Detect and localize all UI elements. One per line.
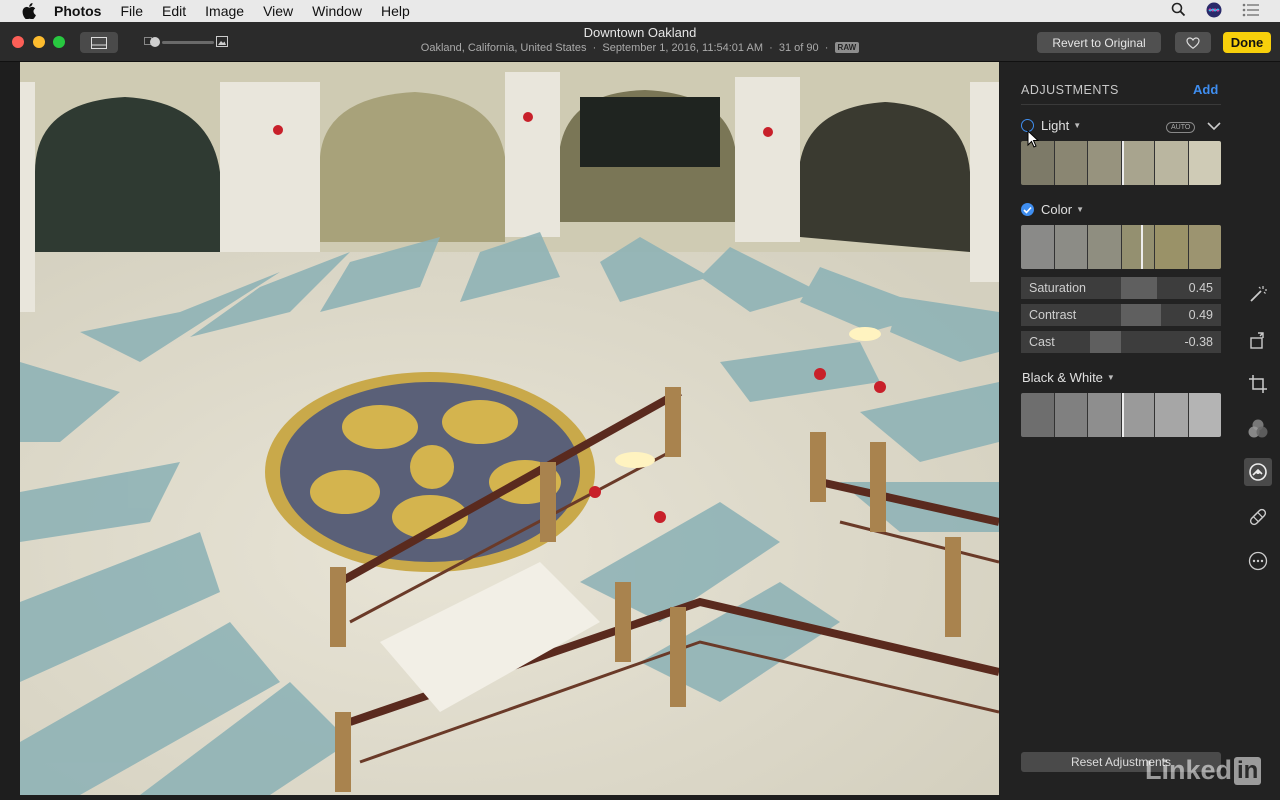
photo-canvas[interactable] <box>20 62 999 795</box>
bw-disclosure-icon[interactable]: ▼ <box>1107 373 1115 382</box>
crop-tool-button[interactable] <box>1244 370 1272 398</box>
color-section-title[interactable]: Color ▼ <box>1021 202 1084 217</box>
photo-position: 31 of 90 <box>778 42 819 54</box>
light-auto-button[interactable]: AUTO <box>1166 122 1196 133</box>
saturation-value: 0.45 <box>1188 281 1213 295</box>
fullscreen-window-button[interactable] <box>53 36 65 48</box>
adjust-tool-button[interactable] <box>1244 458 1272 486</box>
raw-badge: RAW <box>834 42 860 53</box>
saturation-slider[interactable]: Saturation 0.45 <box>1021 277 1221 299</box>
cast-value: -0.38 <box>1184 335 1214 349</box>
retouch-tool-button[interactable] <box>1244 503 1272 531</box>
photo-location: Oakland, California, United States <box>420 42 587 54</box>
spotlight-search-icon[interactable] <box>1171 2 1186 20</box>
rotate-icon <box>1250 332 1264 349</box>
menu-edit[interactable]: Edit <box>162 3 186 19</box>
zoom-slider-knob[interactable] <box>150 37 160 47</box>
filters-icon <box>1248 419 1268 438</box>
menu-bar: Photos File Edit Image View Window Help <box>0 0 1280 22</box>
notification-center-icon[interactable] <box>1242 3 1260 20</box>
menu-photos[interactable]: Photos <box>54 3 101 19</box>
bandage-icon <box>1249 508 1267 526</box>
done-button[interactable]: Done <box>1223 32 1271 53</box>
bw-section-title[interactable]: Black & White ▼ <box>1022 370 1115 385</box>
light-thumbnail-scrubber[interactable] <box>1122 141 1124 185</box>
color-thumbnail-scrubber[interactable] <box>1141 225 1143 269</box>
apple-menu-icon[interactable] <box>20 0 38 22</box>
zoom-slider[interactable] <box>144 34 232 50</box>
cast-slider-fill <box>1090 331 1121 353</box>
linkedin-watermark: Linked in <box>1145 755 1262 786</box>
header-divider <box>1021 104 1221 105</box>
rotunda-photo <box>20 62 999 795</box>
window-toolbar: Downtown Oakland Oakland, California, Un… <box>0 22 1280 62</box>
checkmark-icon <box>1023 206 1032 214</box>
contrast-label: Contrast <box>1029 308 1077 322</box>
magic-wand-icon <box>1250 286 1267 302</box>
menu-view[interactable]: View <box>263 3 293 19</box>
bw-thumbnail-strip[interactable] <box>1021 393 1221 437</box>
add-adjustment-button[interactable]: Add <box>1193 82 1218 97</box>
light-label: Light <box>1041 118 1070 133</box>
rotate-tool-button[interactable] <box>1244 326 1272 354</box>
watermark-in-logo: in <box>1234 756 1262 785</box>
contrast-value: 0.49 <box>1188 308 1213 322</box>
minimize-window-button[interactable] <box>33 36 45 48</box>
photo-date: September 1, 2016, 11:54:01 AM <box>602 42 763 54</box>
contrast-slider-fill <box>1121 304 1161 326</box>
menu-help[interactable]: Help <box>381 3 410 19</box>
light-thumbnail-strip[interactable] <box>1021 141 1221 185</box>
siri-icon[interactable] <box>1206 2 1222 21</box>
favorite-button[interactable] <box>1175 32 1211 53</box>
color-enable-checkbox[interactable] <box>1021 203 1034 216</box>
adjustments-header: ADJUSTMENTS <box>1021 83 1119 97</box>
light-expand-chevron-icon[interactable] <box>1206 119 1222 137</box>
saturation-label: Saturation <box>1029 281 1086 295</box>
cast-slider[interactable]: Cast -0.38 <box>1021 331 1221 353</box>
cast-label: Cast <box>1029 335 1055 349</box>
close-window-button[interactable] <box>12 36 24 48</box>
mouse-pointer-icon <box>1027 129 1040 153</box>
heart-icon <box>1186 36 1200 49</box>
saturation-slider-fill <box>1121 277 1158 299</box>
photo-title: Downtown Oakland <box>583 25 697 40</box>
light-disclosure-icon[interactable]: ▼ <box>1073 121 1081 130</box>
contrast-slider[interactable]: Contrast 0.49 <box>1021 304 1221 326</box>
toggle-thumbnails-button[interactable] <box>80 32 118 53</box>
more-options-icon <box>1248 551 1268 571</box>
extensions-button[interactable] <box>1244 547 1272 575</box>
zoom-slider-track <box>162 41 214 44</box>
watermark-text: Linked <box>1145 755 1233 785</box>
large-photo-icon <box>216 36 228 47</box>
split-view-icon <box>91 36 107 49</box>
color-thumbnail-strip[interactable] <box>1021 225 1221 269</box>
menu-window[interactable]: Window <box>312 3 362 19</box>
color-disclosure-icon[interactable]: ▼ <box>1076 205 1084 214</box>
crop-icon <box>1249 375 1267 393</box>
photo-title-block: Downtown Oakland Oakland, California, Un… <box>350 25 930 54</box>
menu-file[interactable]: File <box>120 3 143 19</box>
revert-to-original-button[interactable]: Revert to Original <box>1037 32 1161 53</box>
bw-label: Black & White <box>1022 370 1103 385</box>
adjust-dial-icon <box>1249 463 1267 481</box>
color-label: Color <box>1041 202 1073 217</box>
menu-image[interactable]: Image <box>205 3 244 19</box>
photo-metadata: Oakland, California, United States · Sep… <box>350 42 930 54</box>
filters-tool-button[interactable] <box>1244 415 1272 443</box>
enhance-tool-button[interactable] <box>1244 280 1272 308</box>
bw-thumbnail-scrubber[interactable] <box>1122 393 1124 437</box>
